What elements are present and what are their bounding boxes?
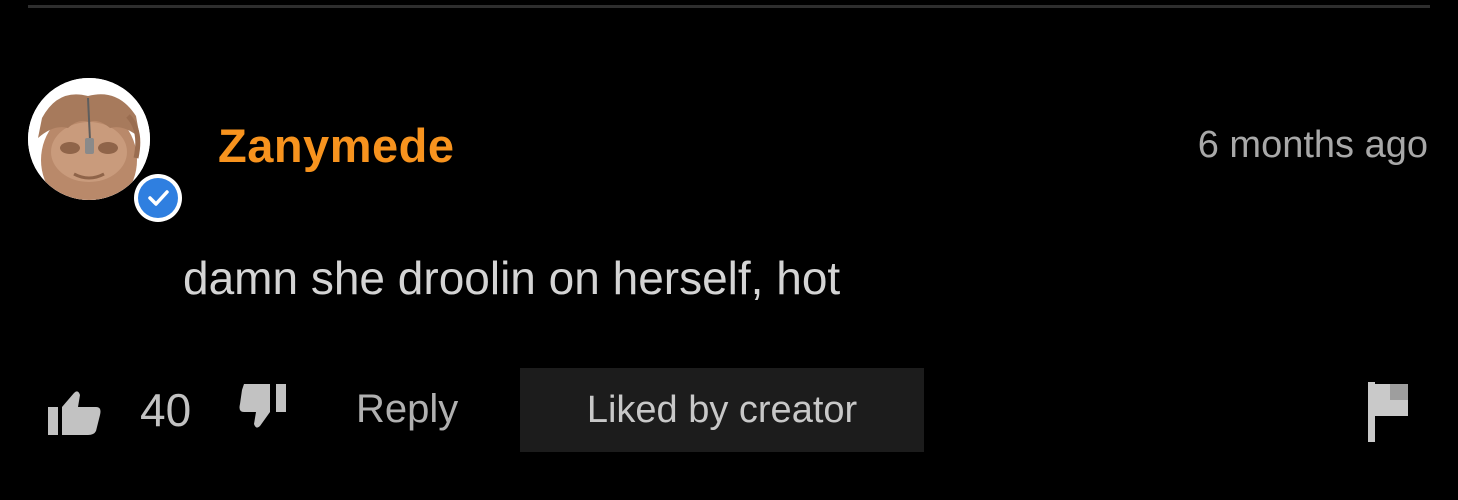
flag-icon bbox=[1368, 382, 1408, 442]
report-flag-button[interactable] bbox=[1368, 382, 1410, 442]
liked-by-creator-label: Liked by creator bbox=[586, 388, 858, 431]
avatar-container[interactable] bbox=[28, 78, 182, 222]
dislike-button[interactable] bbox=[238, 384, 294, 430]
comment-actions: 40 Reply Liked by creator bbox=[0, 368, 1458, 452]
verified-badge-inner bbox=[138, 178, 178, 218]
avatar[interactable] bbox=[28, 78, 150, 200]
like-button[interactable] bbox=[48, 389, 102, 435]
reply-button[interactable]: Reply bbox=[356, 384, 458, 434]
liked-by-creator-badge: Liked by creator bbox=[520, 368, 924, 452]
thumbs-down-icon bbox=[239, 384, 286, 428]
check-icon bbox=[148, 190, 169, 206]
timestamp: 6 months ago bbox=[1197, 124, 1428, 166]
top-divider bbox=[28, 5, 1430, 8]
thumbs-up-icon bbox=[48, 391, 101, 435]
like-count: 40 bbox=[140, 384, 192, 436]
verified-badge bbox=[134, 174, 182, 222]
username[interactable]: Zanymede bbox=[218, 118, 454, 174]
avatar-photo bbox=[28, 78, 150, 200]
comment-text: damn she droolin on herself, hot bbox=[183, 252, 841, 304]
